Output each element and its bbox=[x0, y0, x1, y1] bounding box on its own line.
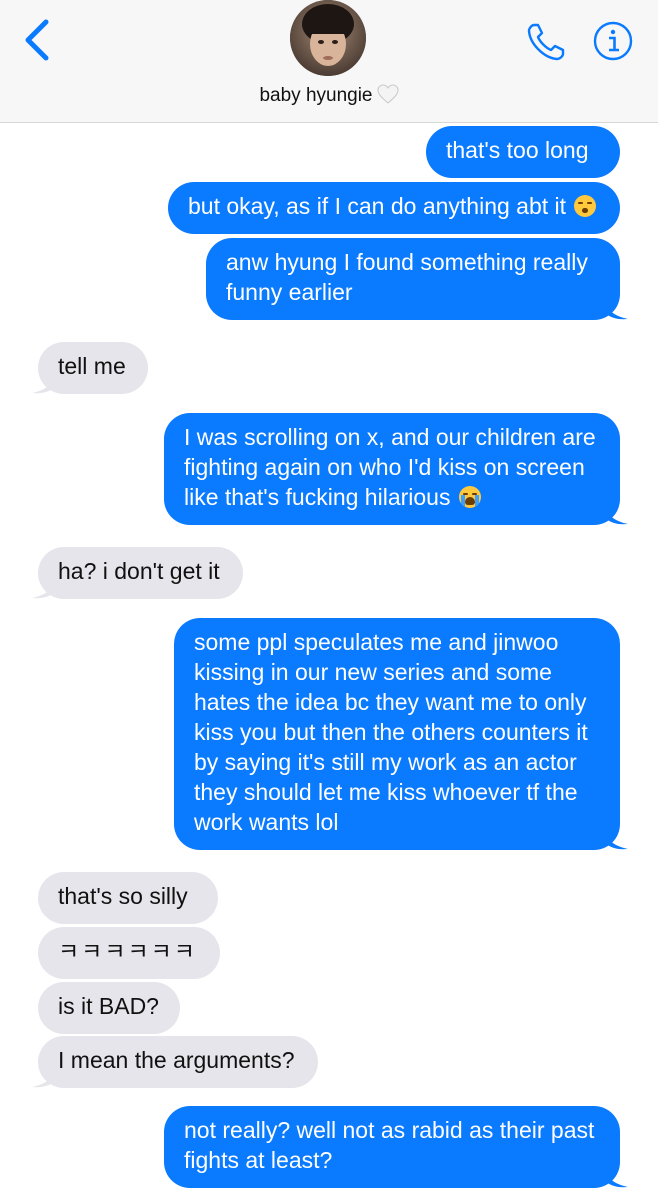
received-message[interactable]: that's so silly bbox=[38, 872, 218, 924]
message-text: I was scrolling on x, and our children a… bbox=[184, 424, 596, 510]
message-text: that's too long bbox=[446, 137, 589, 163]
bubble-tail bbox=[32, 1066, 56, 1088]
sent-message[interactable]: anw hyung I found something really funny… bbox=[206, 238, 620, 320]
sent-message[interactable]: I was scrolling on x, and our children a… bbox=[164, 413, 620, 525]
message-text: that's so silly bbox=[58, 883, 188, 909]
call-button[interactable] bbox=[524, 20, 568, 64]
received-message[interactable]: I mean the arguments? bbox=[38, 1036, 318, 1088]
message-text: I mean the arguments? bbox=[58, 1047, 295, 1073]
message-text: ha? i don't get it bbox=[58, 558, 220, 584]
sent-message[interactable]: some ppl speculates me and jinwoo kissin… bbox=[174, 618, 620, 850]
received-message[interactable]: is it BAD? bbox=[38, 982, 180, 1034]
info-button[interactable] bbox=[592, 20, 634, 62]
message-text: some ppl speculates me and jinwoo kissin… bbox=[194, 629, 588, 835]
bubble-tail bbox=[604, 503, 628, 525]
loudly-crying-face-icon bbox=[458, 486, 481, 508]
message-text: but okay, as if I can do anything abt it bbox=[188, 193, 567, 219]
received-message[interactable]: ㅋㅋㅋㅋㅋㅋ bbox=[38, 927, 220, 979]
received-message[interactable]: ha? i don't get it bbox=[38, 547, 243, 599]
avatar[interactable] bbox=[290, 0, 366, 76]
bubble-tail bbox=[604, 828, 628, 850]
bubble-tail bbox=[604, 1166, 628, 1188]
white-heart-icon bbox=[377, 84, 399, 104]
conversation-header: baby hyungie bbox=[0, 0, 658, 123]
face-with-spiral-eyes-icon bbox=[574, 195, 597, 217]
message-text: is it BAD? bbox=[58, 993, 159, 1019]
bubble-tail bbox=[32, 577, 56, 599]
sent-message[interactable]: not really? well not as rabid as their p… bbox=[164, 1106, 620, 1188]
back-button[interactable] bbox=[20, 18, 56, 62]
bubble-tail bbox=[604, 298, 628, 320]
info-icon bbox=[593, 21, 633, 61]
message-text: anw hyung I found something really funny… bbox=[226, 249, 588, 305]
phone-icon bbox=[527, 23, 565, 61]
sent-message[interactable]: that's too long bbox=[426, 126, 620, 178]
message-text: tell me bbox=[58, 353, 126, 379]
message-text: not really? well not as rabid as their p… bbox=[184, 1117, 595, 1173]
bubble-tail bbox=[32, 372, 56, 394]
contact-name-label: baby hyungie bbox=[259, 85, 373, 106]
contact-name[interactable]: baby hyungie bbox=[0, 84, 658, 107]
sent-message[interactable]: but okay, as if I can do anything abt it bbox=[168, 182, 620, 234]
message-text: ㅋㅋㅋㅋㅋㅋ bbox=[58, 938, 197, 964]
chevron-left-icon bbox=[25, 19, 49, 61]
